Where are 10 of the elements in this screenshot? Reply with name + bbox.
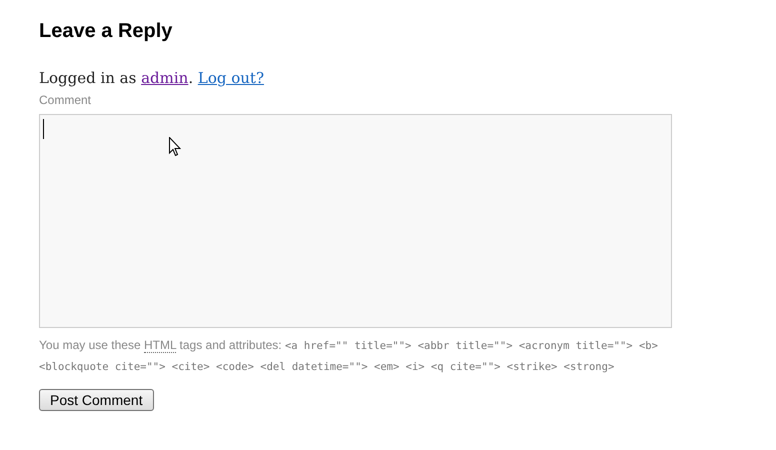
allowed-tags-text: You may use these HTML tags and attributes: <a href="" title=""> <abbr title=""> <acronym title=""> <b> <blockquote cite=""> <cite> <code> <del datetime=""> <em> <i> <q cite=""> <strike> <strong> [39, 337, 659, 375]
field-label: Comment [39, 92, 92, 108]
username-link[interactable]: admin [141, 69, 188, 87]
login-status-text: Logged in as admin. Log out? [39, 68, 265, 89]
mouse-pointer-icon [169, 137, 181, 156]
post-comment-button[interactable]: Post Comment [39, 389, 154, 411]
section-heading: Leave a Reply [39, 19, 174, 43]
logout-link[interactable]: Log out? [198, 69, 264, 87]
comment-field[interactable] [39, 114, 672, 328]
text-caret [43, 119, 44, 139]
